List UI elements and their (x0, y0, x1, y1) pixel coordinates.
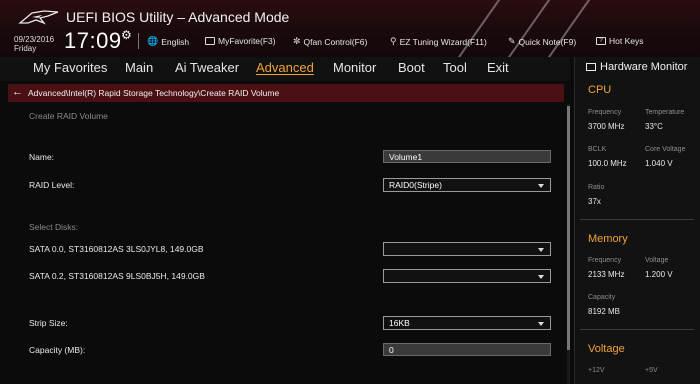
disk2-label: SATA 0.2, ST3160812AS 9LS0BJ5H, 149.0GB (29, 271, 205, 281)
ez-tuning-wizard-label: EZ Tuning Wizard(F11) (399, 36, 487, 47)
question-icon: ? (596, 37, 606, 45)
back-arrow-icon[interactable]: ← (12, 86, 23, 98)
chevron-down-icon (538, 248, 544, 252)
hot-keys-label: Hot Keys (609, 36, 644, 46)
menu-exit[interactable]: Exit (487, 60, 509, 75)
qfan-control-button[interactable]: ✼ Qfan Control(F6) (293, 36, 367, 47)
favorite-icon (205, 37, 215, 45)
raid-level-label: RAID Level: (29, 180, 75, 190)
memory-voltage-label: Voltage (645, 257, 669, 264)
core-voltage-value: 1.040 V (645, 159, 673, 168)
note-icon: ✎ (508, 36, 516, 46)
hardware-monitor-panel (574, 57, 700, 384)
chevron-down-icon (538, 184, 544, 188)
clock-display: 17:09 (64, 28, 122, 53)
header-decoration (525, 0, 597, 57)
v5-label: +5V (645, 367, 658, 374)
language-label: English (161, 36, 190, 47)
strip-size-value: 16KB (389, 318, 410, 328)
qfan-control-label: Qfan Control(F6) (303, 36, 368, 47)
cpu-section-title: CPU (588, 84, 612, 96)
language-button[interactable]: 🌐 English (147, 36, 189, 47)
cpu-frequency-value: 3700 MHz (588, 122, 625, 131)
capacity-label: Capacity (MB): (29, 345, 86, 355)
disk1-label: SATA 0.0, ST3160812AS 3LS0JYL8, 149.0GB (29, 244, 204, 254)
scrollbar-thumb[interactable] (567, 106, 570, 350)
memory-frequency-label: Frequency (588, 257, 622, 264)
memory-capacity-label: Capacity (588, 294, 616, 301)
day-text: Friday (14, 44, 37, 53)
name-label: Name: (29, 152, 55, 162)
chevron-down-icon (538, 275, 544, 279)
core-voltage-label: Core Voltage (645, 146, 686, 153)
header-decoration (485, 0, 557, 57)
date-display: 09/23/2016 Friday (14, 35, 54, 53)
app-title: UEFI BIOS Utility – Advanced Mode (66, 9, 290, 25)
section-divider (580, 219, 694, 220)
myfavorite-button[interactable]: MyFavorite(F3) (205, 36, 276, 46)
menu-tool[interactable]: Tool (443, 60, 467, 75)
ratio-label: Ratio (588, 184, 605, 191)
section-divider (580, 329, 694, 330)
name-field[interactable]: Volume1 (383, 150, 551, 163)
clock-settings-icon[interactable]: ⚙ (121, 28, 132, 42)
memory-voltage-value: 1.200 V (645, 270, 673, 279)
myfavorite-label: MyFavorite(F3) (218, 36, 276, 46)
date-text: 09/23/2016 (14, 35, 55, 44)
memory-capacity-value: 8192 MB (588, 307, 621, 316)
capacity-field[interactable]: 0 (383, 343, 551, 356)
menu-advanced[interactable]: Advanced (256, 60, 314, 75)
main-menu-bar: My Favorites Main Ai Tweaker Advanced Mo… (0, 57, 570, 81)
raid-level-select[interactable]: RAID0(Stripe) (383, 178, 551, 192)
fan-icon: ✼ (293, 36, 301, 46)
quick-note-label: Quick Note(F9) (518, 36, 577, 47)
header-decoration (435, 0, 507, 57)
globe-icon: 🌐 (147, 36, 159, 46)
disk1-select[interactable] (383, 242, 551, 256)
chevron-down-icon (538, 322, 544, 326)
memory-frequency-value: 2133 MHz (588, 270, 625, 279)
memory-section-title: Memory (588, 233, 628, 245)
strip-size-select[interactable]: 16KB (383, 316, 551, 330)
section-title: Create RAID Volume (29, 111, 108, 121)
v12-label: +12V (588, 367, 605, 374)
menu-ai-tweaker[interactable]: Ai Tweaker (175, 60, 239, 75)
rog-logo-icon (18, 10, 59, 25)
voltage-section-title: Voltage (588, 343, 625, 355)
raid-level-value: RAID0(Stripe) (389, 180, 442, 190)
menu-my-favorites[interactable]: My Favorites (33, 60, 107, 75)
quick-note-button[interactable]: ✎ Quick Note(F9) (508, 36, 576, 47)
bclk-value: 100.0 MHz (588, 159, 627, 168)
disk2-select[interactable] (383, 269, 551, 283)
hardware-monitor-header: Hardware Monitor (574, 57, 700, 77)
menu-main[interactable]: Main (125, 60, 153, 75)
hardware-monitor-title: Hardware Monitor (600, 61, 688, 73)
ez-tuning-wizard-button[interactable]: ⚲ EZ Tuning Wizard(F11) (390, 36, 487, 47)
select-disks-label: Select Disks: (29, 222, 79, 232)
menu-monitor[interactable]: Monitor (333, 60, 376, 75)
strip-size-label: Strip Size: (29, 318, 68, 328)
bclk-label: BCLK (588, 146, 607, 153)
cpu-frequency-label: Frequency (588, 109, 622, 116)
cpu-temperature-value: 33°C (645, 122, 663, 131)
hot-keys-button[interactable]: ? Hot Keys (596, 36, 644, 46)
bulb-icon: ⚲ (390, 36, 397, 46)
monitor-icon (586, 63, 596, 71)
menu-boot[interactable]: Boot (398, 60, 425, 75)
ratio-value: 37x (588, 197, 601, 206)
header-separator (138, 33, 139, 49)
breadcrumb: Advanced\Intel(R) Rapid Storage Technolo… (28, 88, 280, 98)
cpu-temperature-label: Temperature (645, 109, 685, 116)
